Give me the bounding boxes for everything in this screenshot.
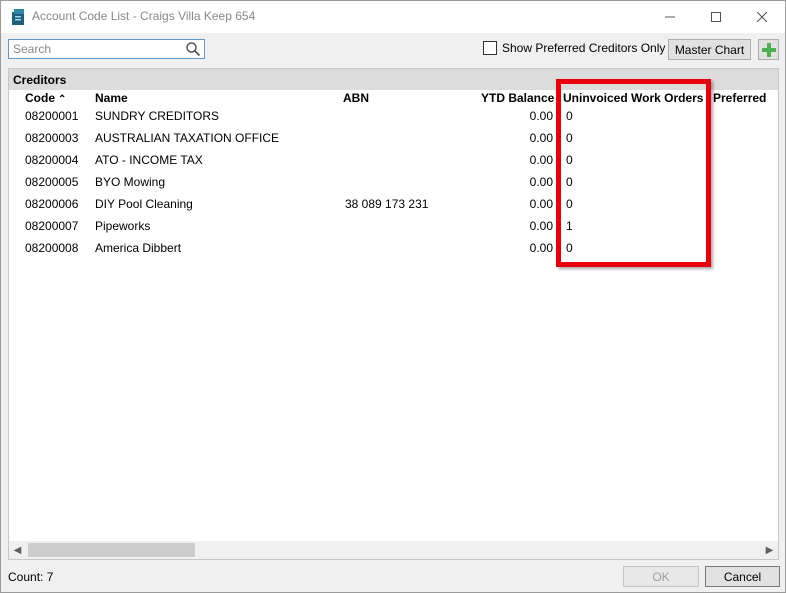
table-row[interactable]: 08200003 AUSTRALIAN TAXATION OFFICE 0.00…: [9, 127, 778, 149]
search-icon[interactable]: [185, 41, 201, 57]
close-icon: [757, 12, 767, 22]
title-bar[interactable]: Account Code List - Craigs Villa Keep 65…: [1, 1, 785, 33]
minimize-button[interactable]: [647, 1, 693, 33]
master-chart-button[interactable]: Master Chart: [668, 39, 751, 60]
cell-abn: 38 089 173 231: [345, 197, 429, 211]
cell-code: 08200006: [25, 197, 79, 211]
cell-code: 08200003: [25, 131, 79, 145]
cell-ytd-balance: 0.00: [529, 153, 553, 167]
window-title: Account Code List - Craigs Villa Keep 65…: [32, 9, 256, 23]
cell-ytd-balance: 0.00: [529, 219, 553, 233]
cell-name: BYO Mowing: [95, 175, 166, 189]
column-header-preferred[interactable]: Preferred: [713, 91, 766, 105]
column-header-uninvoiced-work-orders[interactable]: Uninvoiced Work Orders: [563, 91, 703, 105]
cell-uninvoiced: 1: [566, 219, 573, 233]
cell-code: 08200005: [25, 175, 79, 189]
cell-name: SUNDRY CREDITORS: [95, 109, 220, 123]
cell-uninvoiced: 0: [566, 131, 573, 145]
horizontal-scrollbar[interactable]: ◀ ▶: [9, 541, 778, 559]
cell-code: 08200007: [25, 219, 79, 233]
cell-code: 08200004: [25, 153, 79, 167]
column-header-code[interactable]: Code ⌃: [25, 91, 66, 105]
group-header-creditors: Creditors: [9, 69, 778, 90]
cancel-button[interactable]: Cancel: [705, 566, 780, 587]
scroll-right-arrow-icon[interactable]: ▶: [761, 541, 778, 559]
add-button[interactable]: [758, 39, 779, 60]
show-preferred-checkbox[interactable]: [483, 41, 497, 55]
cell-uninvoiced: 0: [566, 197, 573, 211]
cell-ytd-balance: 0.00: [529, 109, 553, 123]
cell-name: AUSTRALIAN TAXATION OFFICE: [95, 131, 280, 145]
sort-ascending-icon: ⌃: [58, 94, 67, 105]
table-row[interactable]: 08200005 BYO Mowing 0.00 0: [9, 171, 778, 193]
cell-code: 08200008: [25, 241, 79, 255]
cell-code: 08200001: [25, 109, 79, 123]
table-row[interactable]: 08200008 America Dibbert 0.00 0: [9, 237, 778, 259]
cell-name: America Dibbert: [95, 241, 182, 255]
cell-ytd-balance: 0.00: [529, 197, 553, 211]
close-button[interactable]: [739, 1, 785, 33]
cell-ytd-balance: 0.00: [529, 241, 553, 255]
column-header-abn[interactable]: ABN: [343, 91, 369, 105]
scroll-left-arrow-icon[interactable]: ◀: [9, 541, 26, 559]
plus-icon: [761, 42, 776, 57]
cell-name: DIY Pool Cleaning: [95, 197, 193, 211]
show-preferred-label[interactable]: Show Preferred Creditors Only: [502, 41, 665, 55]
row-count-label: Count: 7: [8, 570, 54, 584]
table-row[interactable]: 08200001 SUNDRY CREDITORS 0.00 0: [9, 105, 778, 127]
table-row[interactable]: 08200007 Pipeworks 0.00 1: [9, 215, 778, 237]
cell-uninvoiced: 0: [566, 109, 573, 123]
maximize-button[interactable]: [693, 1, 739, 33]
column-header-ytd-balance[interactable]: YTD Balance: [481, 91, 554, 105]
table-row[interactable]: 08200004 ATO - INCOME TAX 0.00 0: [9, 149, 778, 171]
maximize-icon: [711, 12, 721, 22]
cell-uninvoiced: 0: [566, 175, 573, 189]
column-header-code-label: Code: [25, 91, 55, 105]
creditors-grid: Creditors Code ⌃ Name ABN YTD Balance Uni…: [8, 68, 779, 560]
cell-uninvoiced: 0: [566, 241, 573, 255]
cell-name: Pipeworks: [95, 219, 151, 233]
cell-name: ATO - INCOME TAX: [95, 153, 203, 167]
cell-ytd-balance: 0.00: [529, 175, 553, 189]
minimize-icon: [665, 16, 675, 18]
account-code-list-window: Account Code List - Craigs Villa Keep 65…: [0, 0, 786, 593]
ok-button[interactable]: OK: [623, 566, 699, 587]
cell-uninvoiced: 0: [566, 153, 573, 167]
table-row[interactable]: 08200006 DIY Pool Cleaning 38 089 173 23…: [9, 193, 778, 215]
search-input[interactable]: [9, 40, 179, 58]
search-box: [8, 39, 205, 59]
cell-ytd-balance: 0.00: [529, 131, 553, 145]
column-header-name[interactable]: Name: [95, 91, 128, 105]
app-logo-icon: [12, 9, 24, 25]
scrollbar-thumb[interactable]: [28, 543, 195, 557]
